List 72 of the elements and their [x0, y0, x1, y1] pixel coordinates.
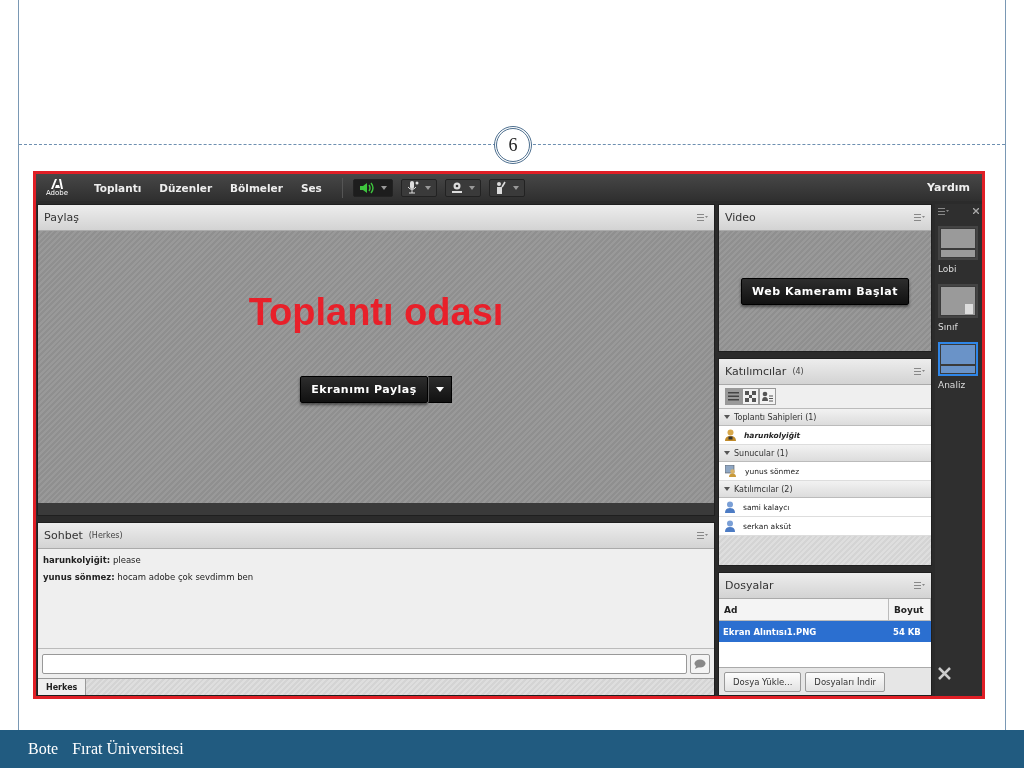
- caret-icon: [512, 185, 519, 190]
- caret-icon: [468, 185, 475, 190]
- chat-message: harunkolyiğit: please: [43, 555, 142, 565]
- caret-icon: [380, 185, 387, 190]
- menu-icon[interactable]: [914, 368, 925, 375]
- file-action-button[interactable]: Dosya Yükle...: [724, 671, 802, 692]
- annotation-text: Toplantı odası: [248, 291, 504, 334]
- participant-icon: [725, 501, 735, 513]
- speech-bubble-icon: [694, 658, 706, 669]
- footer-text: Bote: [28, 740, 59, 758]
- webcam-icon: [450, 181, 463, 194]
- attendee-count: (4): [792, 367, 804, 376]
- caret-icon: [424, 185, 431, 190]
- start-webcam-button[interactable]: Web Kameramı Başlat: [741, 277, 909, 305]
- menu-item[interactable]: Ses: [300, 181, 322, 194]
- help-menu[interactable]: Yardım: [927, 181, 970, 194]
- expanded-arrow-icon[interactable]: [724, 414, 730, 420]
- group-label: Toplantı Sahipleri (1): [734, 412, 817, 422]
- table-cell-text: Ekran Alıntısı1.PNG: [722, 625, 818, 639]
- pod-title: Katılımcılar: [725, 365, 787, 378]
- share-screen-button[interactable]: Ekranımı Paylaş: [300, 376, 428, 403]
- dropdown-button[interactable]: [427, 376, 452, 403]
- view-toggle-button[interactable]: [742, 388, 759, 405]
- toolbar-button[interactable]: [488, 178, 525, 197]
- participant-icon: [725, 520, 735, 532]
- logo-icon: [51, 178, 63, 189]
- menu-item[interactable]: Toplantı: [94, 181, 142, 194]
- expanded-arrow-icon[interactable]: [724, 486, 730, 492]
- pod-title: Paylaş: [44, 211, 79, 224]
- microphone-icon: [406, 181, 419, 194]
- grid-view-icon: [745, 391, 756, 402]
- menu-icon[interactable]: [697, 214, 708, 221]
- slide-number: 6: [494, 126, 532, 164]
- file-row[interactable]: Ekran Alıntısı1.PNG 54 KB: [719, 621, 931, 642]
- person-view-icon: [762, 391, 773, 402]
- toolbar-button[interactable]: [444, 178, 481, 197]
- layout-thumbnail-icon: [941, 287, 975, 315]
- chat-scope: (Herkes): [88, 531, 123, 540]
- view-toggle-button[interactable]: [725, 388, 742, 405]
- menu-item[interactable]: Bölmeler: [230, 181, 283, 194]
- menu-icon[interactable]: [914, 582, 925, 589]
- pod-title: Sohbet: [44, 529, 83, 542]
- group-label: Katılımcılar (2): [734, 484, 793, 494]
- send-button[interactable]: [690, 653, 710, 674]
- caret-icon: [435, 387, 444, 392]
- menu-icon[interactable]: [697, 532, 708, 539]
- host-icon: [725, 429, 736, 441]
- footer-text: Fırat Üniversitesi: [72, 740, 184, 758]
- toolbar-button[interactable]: [400, 178, 437, 197]
- layout-thumbnail-icon: [941, 229, 975, 257]
- close-icon[interactable]: [973, 208, 979, 214]
- toolbar-button[interactable]: [352, 178, 393, 197]
- menu-icon[interactable]: [914, 214, 925, 221]
- chat-input-field[interactable]: [42, 653, 687, 674]
- group-label: Sunucular (1): [734, 448, 789, 458]
- list-view-icon: [728, 391, 739, 402]
- pod-title: Dosyalar: [725, 579, 774, 592]
- table-cell-text: 54 KB: [892, 625, 922, 639]
- file-action-button[interactable]: Dosyaları İndir: [805, 671, 886, 692]
- speaker-icon: [358, 181, 375, 194]
- column-header[interactable]: Boyut: [889, 599, 931, 620]
- view-toggle-button[interactable]: [759, 388, 776, 405]
- menu-icon[interactable]: [938, 207, 949, 215]
- chat-tab[interactable]: Herkes: [38, 679, 87, 695]
- expanded-arrow-icon[interactable]: [724, 450, 730, 456]
- column-header[interactable]: Ad: [719, 599, 889, 620]
- presenter-icon: [725, 465, 737, 477]
- menu-item[interactable]: Düzenler: [159, 181, 213, 194]
- layout-thumbnail-icon: [941, 345, 975, 373]
- pod-title: Video: [725, 211, 756, 224]
- raised-hand-icon: [494, 181, 507, 194]
- chat-message: yunus sönmez: hocam adobe çok sevdimm ben: [43, 572, 255, 582]
